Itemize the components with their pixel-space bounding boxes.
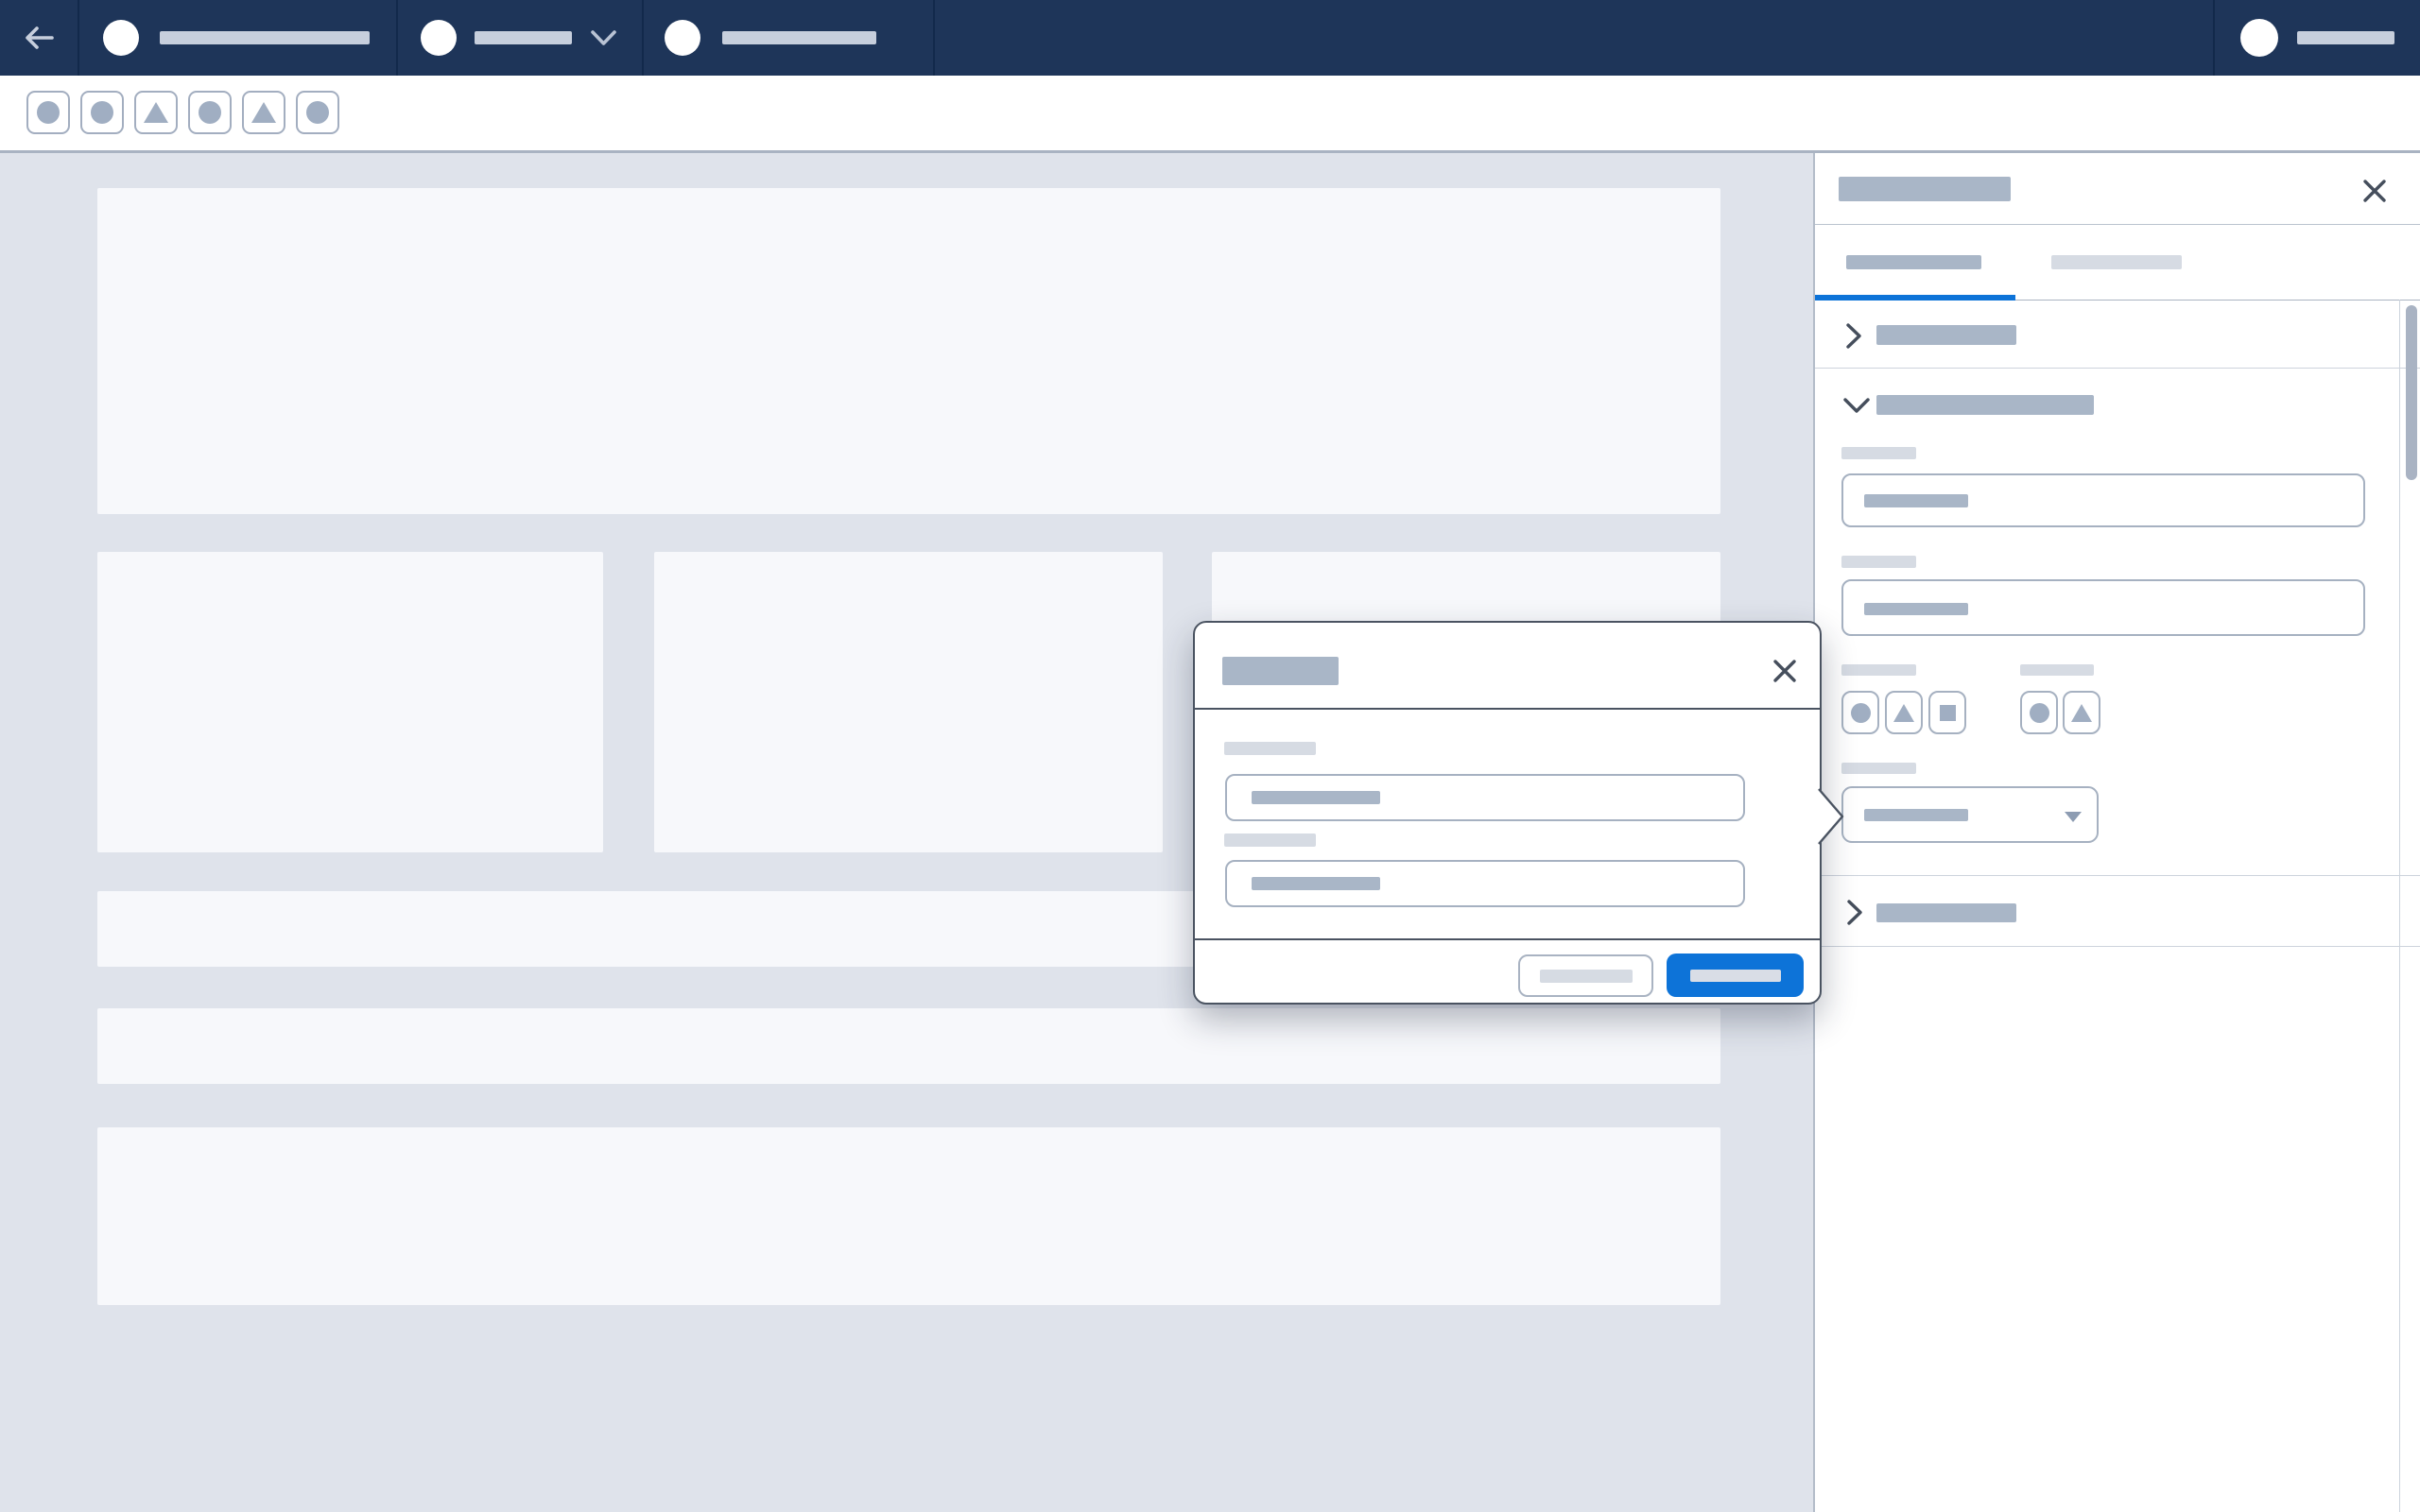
menu-label-placeholder bbox=[160, 31, 370, 44]
panel-header-divider bbox=[1815, 224, 2420, 225]
back-button[interactable] bbox=[0, 0, 79, 76]
triangle-icon bbox=[144, 102, 168, 123]
section-title-placeholder bbox=[1876, 903, 2016, 922]
topbar-menu-item-3[interactable] bbox=[644, 0, 935, 76]
topbar-menu-item-2[interactable] bbox=[398, 0, 644, 76]
panel-icon-button-triangle[interactable] bbox=[1885, 691, 1923, 734]
icon-group-label-placeholder bbox=[2020, 664, 2094, 676]
caret-down-icon bbox=[2065, 812, 2082, 822]
input-value-placeholder bbox=[1864, 494, 1968, 507]
chevron-right-icon bbox=[1845, 323, 1862, 349]
input-value-placeholder bbox=[1252, 877, 1380, 890]
panel-icon-button-circle[interactable] bbox=[2020, 691, 2058, 734]
dialog-pointer-arrow bbox=[1818, 788, 1845, 845]
field-label-placeholder bbox=[1841, 447, 1916, 459]
content-placeholder-box-2 bbox=[97, 552, 603, 852]
top-navigation-bar bbox=[0, 0, 2420, 76]
tab-active-label-placeholder[interactable] bbox=[1846, 255, 1981, 269]
triangle-icon bbox=[251, 102, 276, 123]
menu-label-placeholder bbox=[722, 31, 876, 44]
chevron-right-icon bbox=[1846, 900, 1863, 925]
avatar bbox=[421, 20, 457, 56]
input-value-placeholder bbox=[1864, 603, 1968, 615]
circle-icon bbox=[91, 101, 113, 124]
dropdown-label-placeholder bbox=[1841, 763, 1916, 774]
circle-icon bbox=[199, 101, 221, 124]
toolbar bbox=[0, 76, 2420, 153]
avatar bbox=[2240, 19, 2278, 57]
content-placeholder-box-3 bbox=[654, 552, 1163, 852]
properties-panel bbox=[1813, 153, 2420, 1512]
account-menu[interactable] bbox=[2213, 0, 2420, 76]
dialog-title-placeholder bbox=[1222, 657, 1339, 685]
avatar bbox=[103, 20, 139, 56]
tool-button-circle-6[interactable] bbox=[296, 91, 339, 134]
circle-icon bbox=[37, 101, 60, 124]
panel-title-placeholder bbox=[1839, 177, 2011, 201]
chevron-down-icon bbox=[591, 29, 616, 46]
tool-button-circle-1[interactable] bbox=[26, 91, 70, 134]
panel-icon-button-triangle[interactable] bbox=[2063, 691, 2100, 734]
circle-icon bbox=[306, 101, 329, 124]
section-title-placeholder bbox=[1876, 325, 2016, 345]
topbar-menu-item-1[interactable] bbox=[79, 0, 398, 76]
circle-icon bbox=[1851, 703, 1871, 723]
tool-button-triangle-3[interactable] bbox=[134, 91, 178, 134]
panel-close-button[interactable] bbox=[2362, 179, 2387, 203]
field-label-placeholder bbox=[1224, 833, 1316, 847]
field-label-placeholder bbox=[1224, 742, 1316, 755]
menu-label-placeholder bbox=[475, 31, 572, 44]
tab-inactive-label-placeholder[interactable] bbox=[2051, 255, 2182, 269]
tool-button-circle-2[interactable] bbox=[80, 91, 124, 134]
tool-button-circle-4[interactable] bbox=[188, 91, 232, 134]
content-placeholder-box-7 bbox=[97, 1127, 1720, 1305]
topbar-menu-items bbox=[79, 0, 935, 76]
field-label-placeholder bbox=[1841, 556, 1916, 568]
icon-group-label-placeholder bbox=[1841, 664, 1916, 676]
dialog-cancel-button[interactable] bbox=[1518, 954, 1653, 997]
content-placeholder-box-1 bbox=[97, 188, 1720, 514]
scrollbar-track bbox=[2399, 300, 2400, 1512]
circle-icon bbox=[2030, 703, 2049, 723]
dialog-close-button[interactable] bbox=[1772, 659, 1797, 683]
topbar-spacer bbox=[935, 0, 2213, 76]
account-label-placeholder bbox=[2297, 31, 2394, 44]
content-placeholder-box-6 bbox=[97, 1008, 1720, 1084]
tool-button-triangle-5[interactable] bbox=[242, 91, 285, 134]
dialog-footer-divider bbox=[1195, 938, 1820, 940]
arrow-left-icon bbox=[23, 24, 55, 52]
triangle-icon bbox=[2071, 704, 2092, 722]
dialog-confirm-button[interactable] bbox=[1667, 954, 1804, 997]
panel-icon-button-circle[interactable] bbox=[1841, 691, 1879, 734]
input-value-placeholder bbox=[1252, 791, 1380, 804]
dropdown-value-placeholder bbox=[1864, 809, 1968, 821]
square-icon bbox=[1940, 705, 1956, 721]
button-label-placeholder bbox=[1540, 970, 1633, 983]
toolbar-shape-tools bbox=[26, 91, 339, 134]
scrollbar-thumb[interactable] bbox=[2406, 305, 2417, 480]
triangle-icon bbox=[1893, 704, 1914, 722]
app-window bbox=[0, 0, 2420, 1512]
panel-divider bbox=[1815, 946, 2420, 947]
panel-icon-button-square[interactable] bbox=[1928, 691, 1966, 734]
section-title-placeholder bbox=[1876, 395, 2094, 415]
avatar bbox=[665, 20, 700, 56]
dialog-header-divider bbox=[1195, 708, 1820, 710]
button-label-placeholder bbox=[1690, 970, 1781, 982]
edit-dialog bbox=[1193, 621, 1822, 1005]
chevron-down-icon bbox=[1843, 397, 1870, 414]
